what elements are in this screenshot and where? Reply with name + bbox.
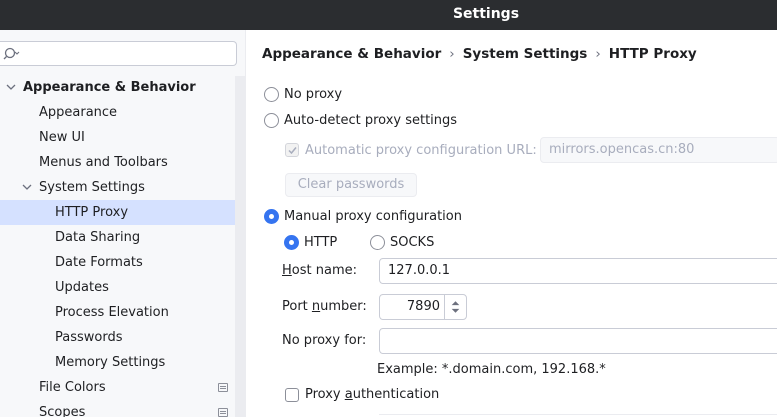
http-option[interactable]: HTTP [284, 234, 364, 252]
socks-option[interactable]: SOCKS [370, 234, 460, 252]
title-bar: Settings [0, 0, 777, 30]
proxy-authentication-label: Proxy authentication [305, 387, 440, 402]
manual-proxy-label: Manual proxy configuration [284, 209, 462, 224]
sidebar-item-appearance-behavior[interactable]: Appearance & Behavior [0, 75, 235, 100]
sidebar-item-process-elevation[interactable]: Process Elevation [0, 300, 235, 325]
proxy-authentication-checkbox[interactable] [285, 388, 299, 402]
manual-proxy-radio[interactable] [264, 209, 279, 224]
no-proxy-option[interactable]: No proxy [264, 86, 564, 104]
breadcrumb-item[interactable]: Appearance & Behavior [262, 46, 441, 62]
spinner-arrows-icon[interactable] [444, 295, 466, 319]
no-proxy-for-field[interactable] [379, 328, 777, 354]
auto-config-url-label: Automatic proxy configuration URL: [305, 143, 537, 158]
project-level-icon [218, 408, 228, 417]
search-field[interactable] [0, 41, 237, 66]
settings-content: Appearance & Behavior › System Settings › HT… [246, 30, 777, 417]
sidebar-item-label: File Colors [39, 380, 106, 395]
sidebar-item-scopes[interactable]: Scopes [0, 400, 235, 417]
sidebar-item-label: HTTP Proxy [55, 205, 129, 220]
port-number-spinner[interactable]: 7890 [379, 294, 467, 320]
port-number-value: 7890 [406, 299, 440, 314]
sidebar-item-system-settings[interactable]: System Settings [0, 175, 235, 200]
sidebar-item-memory-settings[interactable]: Memory Settings [0, 350, 235, 375]
sidebar-item-date-formats[interactable]: Date Formats [0, 250, 235, 275]
sidebar-item-new-ui[interactable]: New UI [0, 125, 235, 150]
sidebar-item-label: Passwords [55, 330, 123, 345]
sidebar-item-label: Memory Settings [55, 355, 166, 370]
no-proxy-for-label: No proxy for: [282, 333, 367, 348]
sidebar-item-label: Data Sharing [55, 230, 141, 245]
breadcrumb: Appearance & Behavior › System Settings › HT… [262, 46, 697, 64]
port-number-label: Port number: [282, 299, 367, 314]
sidebar-item-menus-toolbars[interactable]: Menus and Toolbars [0, 150, 235, 175]
sidebar-item-label: Process Elevation [55, 305, 169, 320]
no-proxy-example: Example: *.domain.com, 192.168.* [377, 362, 606, 377]
check-icon [288, 147, 297, 155]
breadcrumb-separator: › [449, 46, 455, 62]
project-level-icon [218, 383, 228, 392]
host-name-field[interactable]: 127.0.0.1 [379, 258, 777, 284]
proxy-authentication-option[interactable]: Proxy authentication [285, 386, 585, 404]
auto-detect-option[interactable]: Auto-detect proxy settings [264, 112, 564, 130]
sidebar-item-label: Scopes [39, 405, 86, 417]
chevron-down-icon[interactable] [4, 75, 18, 100]
sidebar-item-label: Updates [55, 280, 109, 295]
settings-sidebar: Appearance & Behavior Appearance New UI … [0, 30, 245, 417]
sidebar-item-label: System Settings [39, 180, 145, 195]
host-name-label: Host name: [282, 263, 357, 278]
http-radio[interactable] [284, 235, 299, 250]
sidebar-item-file-colors[interactable]: File Colors [0, 375, 235, 400]
socks-radio[interactable] [370, 235, 385, 250]
sidebar-item-label: Date Formats [55, 255, 143, 270]
breadcrumb-item[interactable]: System Settings [463, 46, 588, 62]
sidebar-item-label: Appearance [39, 105, 118, 120]
breadcrumb-item: HTTP Proxy [608, 46, 697, 62]
sidebar-item-updates[interactable]: Updates [0, 275, 235, 300]
auto-config-url-row: Automatic proxy configuration URL: mirro… [285, 137, 777, 167]
no-proxy-label: No proxy [284, 87, 343, 102]
auto-config-url-checkbox[interactable] [285, 143, 299, 157]
chevron-down-icon[interactable] [20, 175, 34, 200]
sidebar-item-label: New UI [39, 130, 85, 145]
clear-passwords-button[interactable]: Clear passwords [285, 173, 417, 197]
auto-config-url-field[interactable]: mirrors.opencas.cn:80 [540, 137, 777, 163]
sidebar-item-http-proxy[interactable]: HTTP Proxy [0, 200, 235, 225]
breadcrumb-separator: › [595, 46, 601, 62]
sidebar-item-label: Appearance & Behavior [23, 80, 196, 95]
sidebar-item-appearance[interactable]: Appearance [0, 100, 235, 125]
http-label: HTTP [304, 235, 338, 250]
sidebar-scrollbar[interactable] [235, 76, 245, 417]
manual-proxy-option[interactable]: Manual proxy configuration [264, 208, 564, 226]
sidebar-item-data-sharing[interactable]: Data Sharing [0, 225, 235, 250]
sidebar-item-passwords[interactable]: Passwords [0, 325, 235, 350]
no-proxy-radio[interactable] [264, 87, 279, 102]
sidebar-item-label: Menus and Toolbars [39, 155, 168, 170]
window-title: Settings [452, 6, 520, 22]
socks-label: SOCKS [390, 235, 435, 250]
search-icon[interactable] [3, 46, 21, 62]
auto-detect-radio[interactable] [264, 113, 279, 128]
auto-detect-label: Auto-detect proxy settings [284, 113, 458, 128]
